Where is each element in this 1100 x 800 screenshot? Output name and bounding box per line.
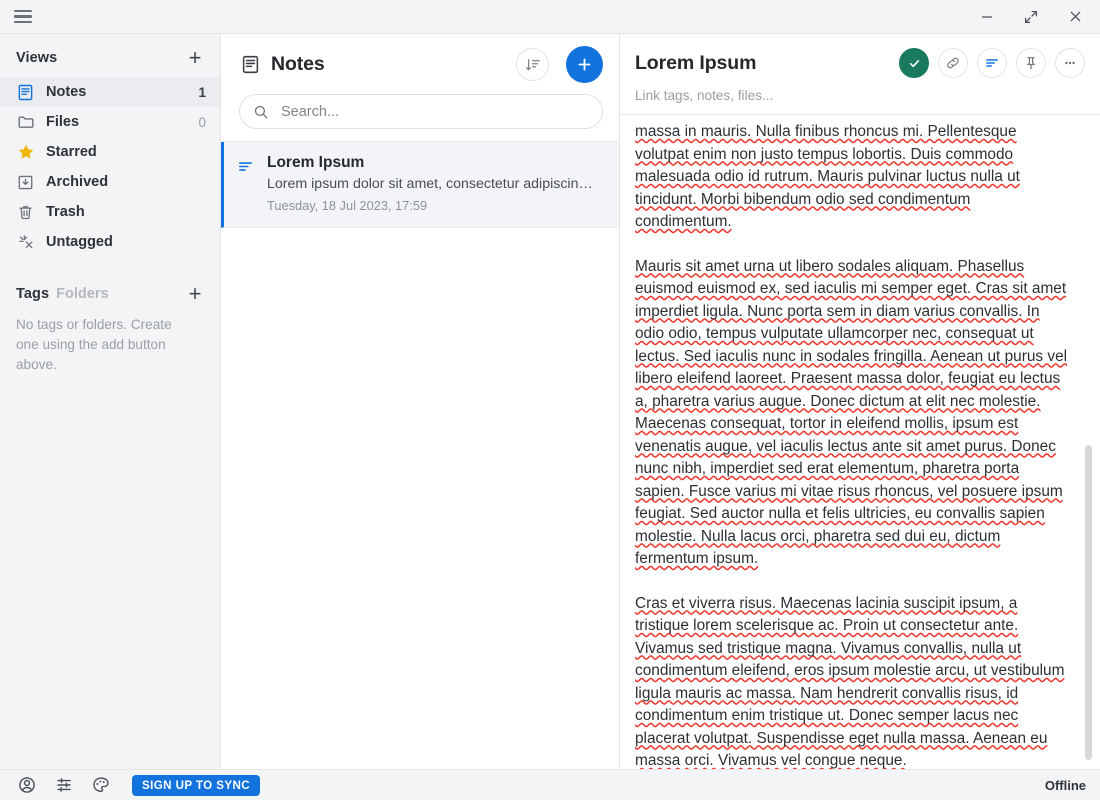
sidebar-item-count: 0 <box>198 115 206 130</box>
editor-actions <box>899 48 1085 78</box>
more-options-icon-button[interactable] <box>1055 48 1085 78</box>
sidebar-item-label: Notes <box>46 84 187 100</box>
sidebar: Views + Notes 1 Fil <box>0 34 220 769</box>
maximize-icon[interactable] <box>1016 4 1046 30</box>
hamburger-line <box>14 15 32 18</box>
sidebar-item-label: Trash <box>46 204 195 220</box>
add-tag-button[interactable]: + <box>184 283 206 305</box>
hamburger-line <box>14 10 32 13</box>
star-icon <box>16 143 35 162</box>
note-item-title: Lorem Ipsum <box>267 154 601 172</box>
notes-icon <box>239 54 261 76</box>
saved-check-button[interactable] <box>899 48 929 78</box>
hamburger-line <box>14 21 32 24</box>
text-align-icon-button[interactable] <box>977 48 1007 78</box>
sidebar-item-label: Archived <box>46 174 195 190</box>
trash-icon <box>16 203 35 222</box>
search-container <box>221 89 619 141</box>
search-box[interactable] <box>239 94 603 129</box>
sidebar-item-label: Starred <box>46 144 195 160</box>
account-icon[interactable] <box>16 775 37 796</box>
sidebar-item-label: Untagged <box>46 234 195 250</box>
note-item-preview: Lorem ipsum dolor sit amet, consectetur … <box>267 176 601 192</box>
tags-section-header: Tags Folders + <box>0 279 220 309</box>
sidebar-item-notes[interactable]: Notes 1 <box>0 77 220 107</box>
note-editor-panel: Lorem Ipsum <box>620 34 1100 769</box>
sidebar-item-count: 1 <box>198 85 206 100</box>
close-icon[interactable] <box>1060 4 1090 30</box>
search-input[interactable] <box>281 95 589 128</box>
archive-icon <box>16 173 35 192</box>
search-icon <box>253 104 270 120</box>
note-paragraph: Cras et viverra risus. Maecenas lacinia … <box>635 593 1070 770</box>
sidebar-item-trash[interactable]: Trash <box>0 197 220 227</box>
note-list-title: Notes <box>271 53 506 76</box>
note-list-header: Notes <box>221 34 619 89</box>
app-window: Views + Notes 1 Fil <box>0 0 1100 800</box>
sidebar-item-untagged[interactable]: Untagged <box>0 227 220 257</box>
sidebar-item-files[interactable]: Files 0 <box>0 107 220 137</box>
note-paragraph: massa in mauris. Nulla finibus rhoncus m… <box>635 121 1070 234</box>
note-body[interactable]: massa in mauris. Nulla finibus rhoncus m… <box>620 115 1100 769</box>
views-section-header: Views + <box>0 43 220 73</box>
status-bar: SIGN UP TO SYNC Offline <box>0 769 1100 800</box>
settings-sliders-icon[interactable] <box>53 775 74 796</box>
sidebar-item-archived[interactable]: Archived <box>0 167 220 197</box>
sidebar-item-starred[interactable]: Starred <box>0 137 220 167</box>
sidebar-item-label: Files <box>46 114 187 130</box>
note-item-text: Lorem Ipsum Lorem ipsum dolor sit amet, … <box>267 154 601 213</box>
title-bar <box>0 0 1100 33</box>
editor-title-row: Lorem Ipsum <box>635 48 1085 78</box>
folders-tab[interactable]: Folders <box>56 286 108 302</box>
sign-up-to-sync-button[interactable]: SIGN UP TO SYNC <box>132 775 260 796</box>
tags-empty-message: No tags or folders. Create one using the… <box>0 311 220 375</box>
note-list-panel: Notes <box>220 34 620 769</box>
note-list-items: Lorem Ipsum Lorem ipsum dolor sit amet, … <box>221 141 619 769</box>
note-lines-icon <box>235 154 255 213</box>
tags-tab[interactable]: Tags <box>16 286 49 302</box>
folder-icon <box>16 113 35 132</box>
notes-icon <box>16 83 35 102</box>
note-paragraph: Mauris sit amet urna ut libero sodales a… <box>635 256 1070 571</box>
editor-header: Lorem Ipsum <box>620 34 1100 78</box>
tag-link-bar[interactable]: Link tags, notes, files... <box>620 78 1100 115</box>
note-paragraph-text: massa in mauris. Nulla finibus rhoncus m… <box>635 123 1020 230</box>
note-paragraph-text: Cras et viverra risus. Maecenas lacinia … <box>635 595 1064 770</box>
note-item-date: Tuesday, 18 Jul 2023, 17:59 <box>267 198 601 213</box>
note-paragraph-text: Mauris sit amet urna ut libero sodales a… <box>635 258 1067 568</box>
hamburger-menu-icon[interactable] <box>12 7 34 27</box>
editor-note-title[interactable]: Lorem Ipsum <box>635 52 899 75</box>
untagged-icon <box>16 233 35 252</box>
editor-scrollbar[interactable] <box>1085 445 1092 760</box>
link-icon-button[interactable] <box>938 48 968 78</box>
palette-icon[interactable] <box>90 775 111 796</box>
note-list-item[interactable]: Lorem Ipsum Lorem ipsum dolor sit amet, … <box>221 142 619 228</box>
views-title: Views <box>16 50 57 66</box>
minimize-icon[interactable] <box>972 4 1002 30</box>
window-controls <box>972 4 1090 30</box>
add-note-button[interactable] <box>566 46 603 83</box>
main-content-row: Views + Notes 1 Fil <box>0 33 1100 769</box>
pin-icon-button[interactable] <box>1016 48 1046 78</box>
add-view-button[interactable]: + <box>184 47 206 69</box>
sort-button[interactable] <box>516 48 549 81</box>
connection-status: Offline <box>1045 778 1086 793</box>
